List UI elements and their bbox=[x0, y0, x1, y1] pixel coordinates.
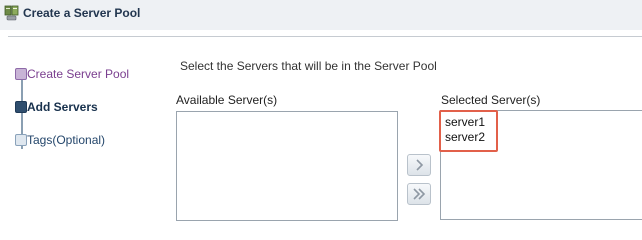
train-step-label: Add Servers bbox=[27, 100, 98, 114]
step-unvisited-icon bbox=[15, 134, 27, 146]
title-bar: Create a Server Pool bbox=[0, 0, 642, 30]
selection-highlight-box bbox=[439, 110, 498, 152]
double-chevron-right-icon bbox=[413, 188, 426, 200]
train-step-label: Tags(Optional) bbox=[27, 133, 106, 147]
available-servers-label: Available Server(s) bbox=[176, 93, 278, 107]
instruction-text: Select the Servers that will be in the S… bbox=[180, 59, 437, 73]
page-title: Create a Server Pool bbox=[23, 6, 141, 20]
chevron-right-icon bbox=[416, 159, 424, 171]
selected-servers-label: Selected Server(s) bbox=[441, 93, 541, 107]
move-button[interactable] bbox=[407, 154, 431, 176]
server-pool-icon bbox=[4, 5, 20, 21]
step-current-icon bbox=[15, 101, 27, 113]
move-all-button[interactable] bbox=[407, 183, 431, 205]
available-servers-list[interactable] bbox=[176, 111, 398, 221]
step-visited-icon bbox=[15, 68, 27, 80]
header-divider bbox=[8, 36, 642, 37]
train-step-label: Create Server Pool bbox=[27, 67, 130, 81]
